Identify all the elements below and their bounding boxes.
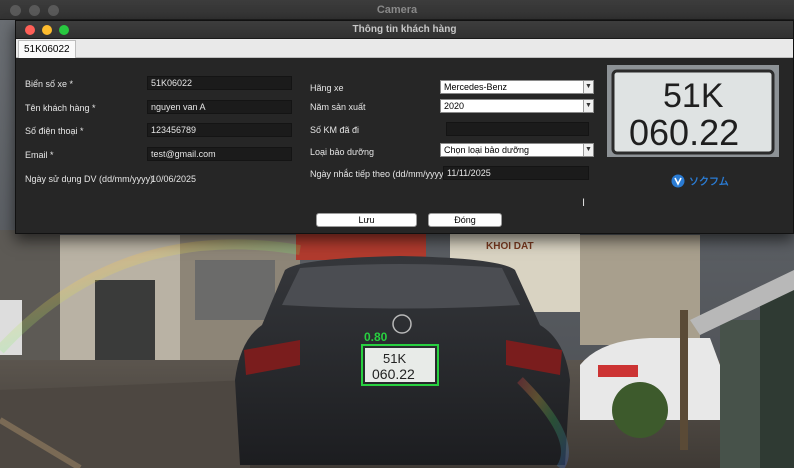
plate-crop-line1: 51K: [663, 77, 724, 115]
service-type-selected-value: Chọn loại bảo dưỡng: [444, 145, 529, 155]
camera-titlebar: Camera: [0, 0, 794, 20]
chevron-down-icon: ▼: [583, 100, 593, 112]
customer-info-dialog: Thông tin khách hàng 51K06022 Biển số xe…: [15, 20, 794, 234]
phone-label: Số điện thoại *: [25, 126, 84, 136]
km-label: Số KM đã đi: [310, 125, 360, 135]
year-selected-value: 2020: [444, 101, 465, 111]
dialog-title: Thông tin khách hàng: [352, 24, 457, 35]
customer-name-label: Tên khách hàng *: [25, 103, 96, 113]
tab-plate[interactable]: 51K06022: [18, 40, 76, 58]
plate-label: Biển số xe *: [25, 79, 74, 89]
detection-score: 0.80: [364, 330, 388, 344]
service-date-value[interactable]: 10/06/2025: [151, 174, 196, 184]
logo-mark-icon: [671, 174, 685, 187]
year-label: Năm sản xuất: [310, 102, 366, 112]
plate-crop-line2: 060.22: [629, 112, 739, 153]
km-input[interactable]: [446, 122, 589, 136]
logo-text: ソクフム: [689, 177, 729, 188]
service-type-select[interactable]: Chọn loại bảo dưỡng ▼: [440, 143, 594, 157]
save-button[interactable]: Lưu: [316, 213, 417, 227]
shop-sign-text: KHOI DAT: [486, 241, 534, 252]
year-select[interactable]: 2020 ▼: [440, 99, 594, 113]
brand-selected-value: Mercedes-Benz: [444, 82, 508, 92]
service-date-label: Ngày sử dụng DV (dd/mm/yyyy): [25, 174, 154, 184]
chevron-down-icon: ▼: [583, 81, 593, 93]
company-logo: ソクフム: [671, 173, 729, 188]
tab-bar: 51K06022: [16, 39, 793, 58]
customer-form: Biển số xe * 51K06022 Tên khách hàng * n…: [16, 59, 793, 233]
chevron-down-icon: ▼: [583, 144, 593, 156]
next-reminder-input[interactable]: 11/11/2025: [443, 166, 589, 180]
text-cursor-icon: I: [582, 197, 586, 209]
camera-title: Camera: [376, 4, 418, 16]
next-reminder-label: Ngày nhắc tiếp theo (dd/mm/yyyy): [310, 169, 447, 179]
scene-plate-line2: 060.22: [372, 366, 415, 382]
plate-input[interactable]: 51K06022: [147, 76, 292, 90]
email-input[interactable]: test@gmail.com: [147, 147, 292, 161]
service-type-label: Loại bảo dưỡng: [310, 147, 374, 157]
customer-name-input[interactable]: nguyen van A: [147, 100, 292, 114]
plate-crop-image: 51K 060.22: [607, 65, 779, 157]
phone-input[interactable]: 123456789: [147, 123, 292, 137]
plate-crop-graphic: 51K 060.22: [607, 65, 779, 157]
scene-plate-line1: 51K: [383, 351, 406, 366]
close-button[interactable]: Đóng: [428, 213, 502, 227]
email-label: Email *: [25, 150, 54, 160]
brand-label: Hãng xe: [310, 83, 344, 93]
brand-select[interactable]: Mercedes-Benz ▼: [440, 80, 594, 94]
dialog-titlebar: Thông tin khách hàng: [16, 21, 793, 39]
